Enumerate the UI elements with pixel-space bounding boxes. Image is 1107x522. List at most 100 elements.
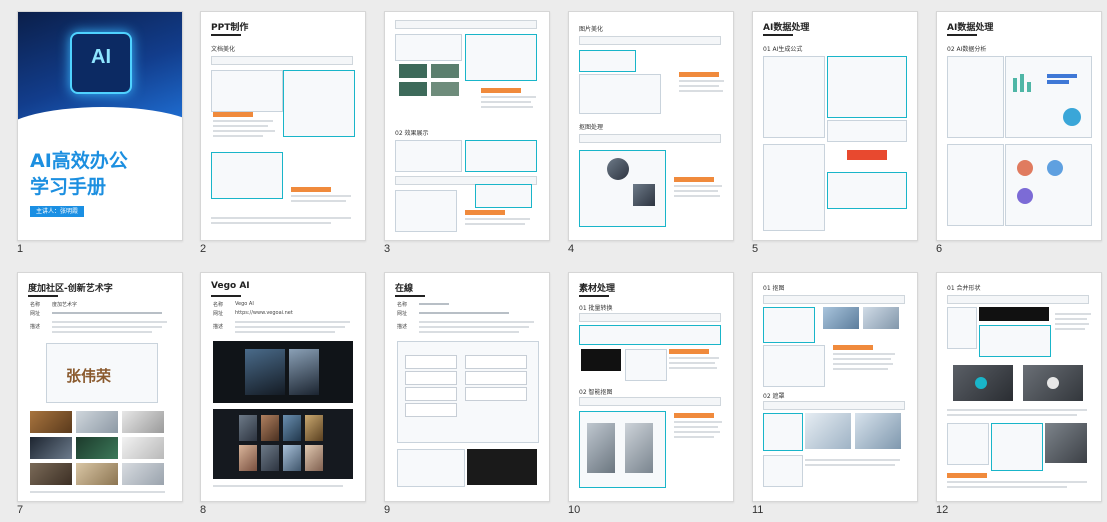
menu-screenshot <box>947 307 977 349</box>
ribbon-screenshot <box>763 295 905 304</box>
page-thumbnail-8[interactable]: Vego AI 名称 Vego AI 网址 https://www.vegoai… <box>200 272 366 502</box>
screenshot-panel <box>763 345 825 387</box>
screenshot-panel <box>395 140 462 172</box>
screenshot-panel <box>763 455 803 487</box>
text-line <box>805 464 895 466</box>
example-image <box>76 463 118 485</box>
page-thumbnail-2[interactable]: PPT制作 文档美化 <box>200 11 366 241</box>
text-line <box>674 431 720 433</box>
page-thumbnail-9[interactable]: 在線 名称 网址 描述 <box>384 272 550 502</box>
slide-preview <box>399 82 427 96</box>
text-line <box>465 223 525 225</box>
section-heading: 01 批量转换 <box>579 305 613 312</box>
step-label <box>481 88 521 93</box>
screenshot-panel <box>395 34 462 61</box>
style-grid-screenshot <box>579 74 661 114</box>
example-image <box>122 437 164 459</box>
dashboard-screenshot <box>1005 144 1092 226</box>
step-label <box>947 473 987 478</box>
feature-card <box>405 403 457 417</box>
chart-bar <box>1027 82 1031 92</box>
page-title: 素材处理 <box>579 284 616 294</box>
pie-chart <box>1017 188 1033 204</box>
title-rule <box>395 295 425 297</box>
text-line <box>211 217 351 219</box>
step-label <box>669 349 709 354</box>
gallery-image <box>239 415 257 441</box>
gallery-image <box>283 445 301 471</box>
example-image <box>30 437 72 459</box>
cover-title-line1: AI高效办公 <box>30 150 128 172</box>
page-thumbnail-1[interactable]: AI AI高效办公 学习手册 主讲人：张明霞 <box>17 11 183 241</box>
slide-preview <box>399 64 427 78</box>
circle-shape <box>1047 377 1059 389</box>
text-line <box>235 321 350 323</box>
cover-author-badge: 主讲人：张明霞 <box>30 206 85 217</box>
text-line <box>674 195 720 197</box>
sample-image <box>823 307 859 329</box>
page-thumbnail-3[interactable]: 02 效果展示 <box>384 11 550 241</box>
example-image <box>30 411 72 433</box>
page-thumbnail-7[interactable]: 度加社区-创新艺术字 名称 度加艺术字 网址 描述 张伟荣 <box>17 272 183 502</box>
example-image <box>122 411 164 433</box>
step-label <box>674 413 714 418</box>
info-key: 名称 <box>213 302 224 308</box>
example-image <box>76 411 118 433</box>
text-line <box>833 353 895 355</box>
page-title: 度加社区-创新艺术字 <box>28 284 113 294</box>
page-number-8: 8 <box>200 504 207 516</box>
font-sample-screenshot <box>475 184 532 208</box>
page-thumbnail-6[interactable]: AI数据处理 02 AI数据分析 <box>936 11 1102 241</box>
screenshot-panel <box>465 34 537 81</box>
sample-image <box>863 307 899 329</box>
page-thumbnail-11[interactable]: 01 抠图 02 遮罩 <box>752 272 918 502</box>
text-line <box>52 331 152 333</box>
page-number-10: 10 <box>568 504 581 516</box>
step-label <box>847 150 887 160</box>
step-label <box>291 187 331 192</box>
screenshot-panel <box>211 70 283 112</box>
shape-toolbar <box>979 307 1049 321</box>
slide-preview <box>431 82 459 96</box>
screenshot-panel <box>763 307 815 343</box>
step-label <box>833 345 873 350</box>
text-line <box>833 363 893 365</box>
menu-screenshot <box>211 152 283 199</box>
circle-shape <box>975 377 987 389</box>
text-line <box>52 321 167 323</box>
page-title: PPT制作 <box>211 23 249 33</box>
text-line <box>674 190 718 192</box>
text-line <box>481 101 531 103</box>
title-rule <box>763 34 793 36</box>
page-thumbnail-10[interactable]: 素材处理 01 批量转换 02 智能抠图 <box>568 272 734 502</box>
shape-grid-screenshot <box>395 190 457 232</box>
page-thumbnail-12[interactable]: 01 合并形状 <box>936 272 1102 502</box>
dashboard-screenshot <box>1005 56 1092 138</box>
text-line <box>947 409 1087 411</box>
ribbon-screenshot <box>579 36 721 45</box>
section-heading: 02 效果展示 <box>395 130 429 137</box>
pie-chart <box>1063 108 1081 126</box>
chart-bar <box>1047 74 1077 78</box>
ribbon-screenshot <box>395 20 537 29</box>
info-key: 网址 <box>397 311 408 317</box>
text-line <box>947 486 1067 488</box>
page-number-11: 11 <box>752 504 764 516</box>
text-line <box>419 321 534 323</box>
cover-title-line2: 学习手册 <box>30 176 107 198</box>
step-label <box>679 72 719 77</box>
text-line <box>669 357 719 359</box>
text-line <box>481 96 536 98</box>
gallery-image <box>239 445 257 471</box>
step-label <box>465 210 505 215</box>
text-line <box>833 358 891 360</box>
page-thumbnail-5[interactable]: AI数据处理 01 AI生成公式 <box>752 11 918 241</box>
text-line <box>52 326 162 328</box>
gallery-image <box>305 415 323 441</box>
screenshot-panel <box>991 423 1043 471</box>
page-thumbnail-4[interactable]: 图片美化 抠图处理 <box>568 11 734 241</box>
ribbon-screenshot <box>763 401 905 410</box>
screenshot-panel <box>283 70 355 137</box>
section-heading: 01 抠图 <box>763 285 785 292</box>
chat-screenshot <box>827 56 907 118</box>
